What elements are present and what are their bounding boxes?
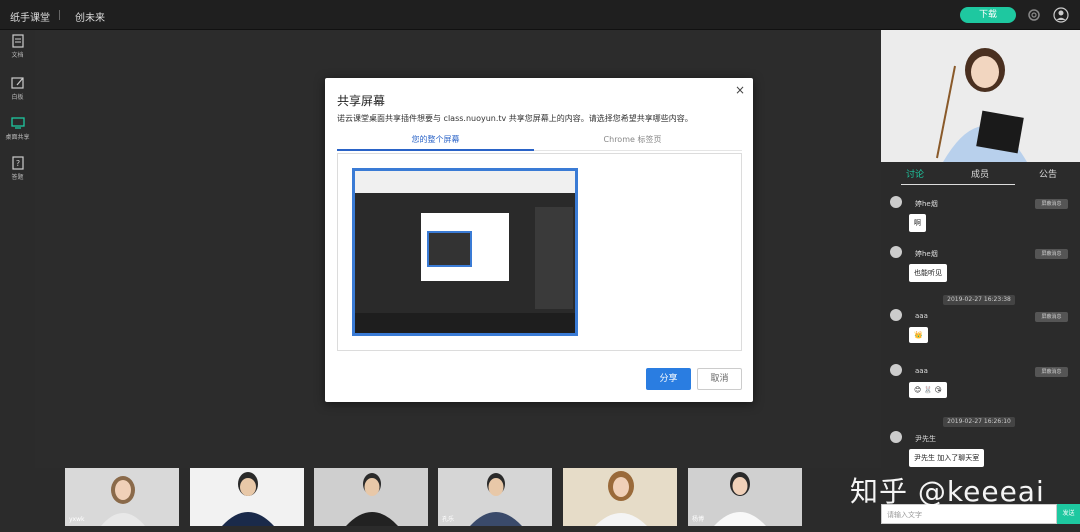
thumbnail-preview (427, 231, 472, 267)
dialog-title: 共享屏幕 (337, 94, 386, 108)
gear-icon[interactable] (1026, 7, 1042, 23)
send-button[interactable]: 发送 (1057, 504, 1080, 524)
divider (59, 10, 60, 20)
tool-label: 桌面共享 (5, 134, 30, 141)
video-name: 杨博 (692, 516, 705, 523)
teacher-portrait (881, 30, 1080, 162)
video-tile[interactable]: 孔乐 (438, 468, 552, 526)
tool-label: 白板 (11, 94, 24, 101)
tab-discussion[interactable]: 讨论 (906, 167, 924, 180)
chat-bubble: 👑 (909, 327, 928, 343)
dialog-description: 诺云课堂桌面共享插件想要与 class.nuoyun.tv 共享您屏幕上的内容。… (337, 114, 693, 123)
tab-members[interactable]: 成员 (971, 167, 989, 180)
timestamp: 2019-02-27 16:26:10 (943, 417, 1015, 427)
message-author: 婷he烟 (915, 250, 938, 258)
tab-underline (901, 184, 1015, 185)
tool-desktop-share[interactable]: 桌面共享 (0, 116, 35, 152)
chat-bubble: 也能听见 (909, 264, 947, 282)
video-tile[interactable] (563, 468, 677, 526)
thumbnail-taskbar (355, 313, 575, 333)
cancel-button[interactable]: 取消 (697, 368, 742, 390)
message-author: aaa (915, 367, 928, 375)
whiteboard-icon (10, 77, 24, 89)
thumbnail-sidebar (535, 207, 573, 309)
tool-document[interactable]: 文档 (0, 34, 35, 70)
video-tile[interactable]: yxwk (65, 468, 179, 526)
avatar (890, 431, 902, 443)
screen-list-panel (337, 153, 742, 351)
tab-announcements[interactable]: 公告 (1039, 167, 1057, 180)
quiz-icon: ? (11, 156, 24, 170)
thumbnail-browser-bar (355, 171, 575, 193)
mute-button[interactable]: 屏蔽消息 (1035, 367, 1068, 377)
video-name: 孔乐 (442, 516, 455, 523)
user-avatar-icon[interactable] (1053, 7, 1069, 23)
room-name: 创未来 (75, 13, 105, 24)
tool-whiteboard[interactable]: 白板 (0, 76, 35, 112)
close-icon[interactable]: × (735, 83, 745, 97)
screen-thumbnail[interactable] (352, 168, 578, 336)
avatar (890, 246, 902, 258)
chat-bubble: 尹先生 加入了聊天室 (909, 449, 985, 467)
tab-chrome-tab[interactable]: Chrome 标签页 (534, 135, 731, 151)
monitor-icon (10, 117, 25, 129)
tool-label: 答题 (11, 174, 24, 181)
message-author: 婷he烟 (915, 200, 938, 208)
mute-button[interactable]: 屏蔽消息 (1035, 199, 1068, 209)
avatar (890, 364, 902, 376)
top-bar: 纸手课堂 创未来 下载 (0, 0, 1080, 30)
student-portrait (470, 473, 522, 526)
avatar (890, 196, 902, 208)
download-button[interactable]: 下载 (960, 7, 1016, 23)
right-panel: 讨论 成员 公告 婷he烟 屏蔽消息 啊 婷he烟 屏蔽消息 也能听见 2019… (881, 30, 1080, 532)
video-tile[interactable] (190, 468, 304, 526)
document-icon (11, 34, 24, 48)
student-portrait (346, 473, 398, 526)
svg-text:?: ? (15, 159, 19, 168)
mute-button[interactable]: 屏蔽消息 (1035, 312, 1068, 322)
teacher-video[interactable] (881, 30, 1080, 162)
share-button[interactable]: 分享 (646, 368, 691, 390)
tool-quiz[interactable]: ? 答题 (0, 156, 35, 192)
student-portrait (595, 471, 647, 526)
message-author: aaa (915, 312, 928, 320)
chat-messages: 婷he烟 屏蔽消息 啊 婷he烟 屏蔽消息 也能听见 2019-02-27 16… (881, 188, 1080, 504)
video-name: yxwk (69, 516, 85, 523)
app-title: 纸手课堂 (10, 13, 50, 24)
chat-bubble: 😊 🐰 😘 (909, 382, 947, 398)
tab-entire-screen[interactable]: 您的整个屏幕 (337, 135, 534, 151)
student-portrait (101, 476, 145, 526)
watermark: 知乎 @keeeai (850, 475, 1045, 508)
message-author: 尹先生 (915, 435, 936, 443)
tool-label: 文档 (11, 52, 24, 59)
timestamp: 2019-02-27 16:23:38 (943, 295, 1015, 305)
left-toolbar: 文档 白板 桌面共享 ? 答题 (0, 30, 35, 532)
video-tile[interactable] (314, 468, 428, 526)
chat-bubble: 啊 (909, 214, 926, 232)
student-portrait (222, 472, 274, 526)
mute-button[interactable]: 屏蔽消息 (1035, 249, 1068, 259)
avatar (890, 309, 902, 321)
student-portrait (714, 472, 766, 526)
panel-tabs: 讨论 成员 公告 (881, 162, 1080, 186)
video-tile[interactable]: 杨博 (688, 468, 802, 526)
share-tabs: 您的整个屏幕 Chrome 标签页 (337, 135, 742, 151)
share-screen-dialog: 共享屏幕 × 诺云课堂桌面共享插件想要与 class.nuoyun.tv 共享您… (325, 78, 753, 402)
